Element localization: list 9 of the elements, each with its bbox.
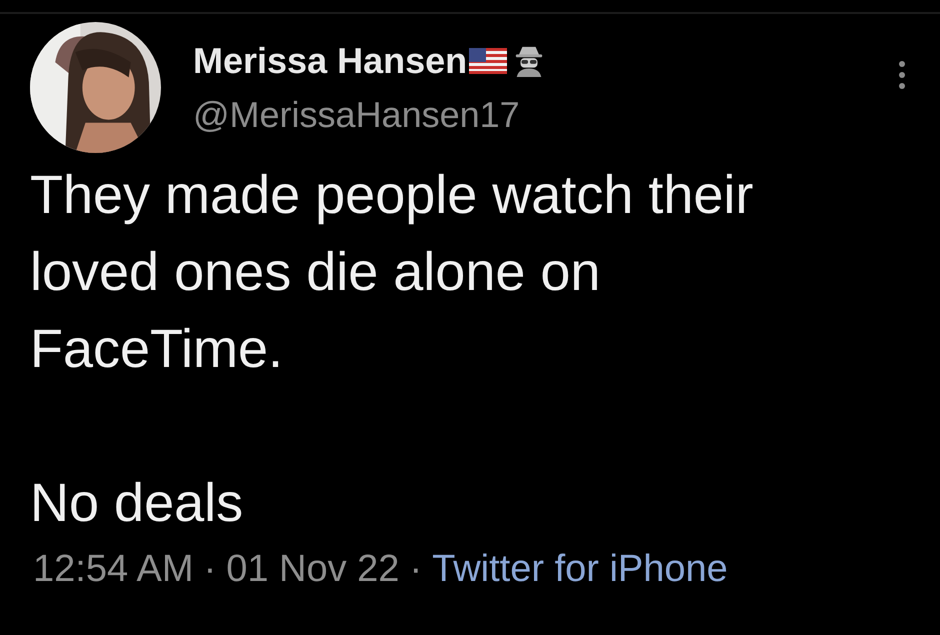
tweet-text: No deals — [30, 472, 244, 535]
author-name: Merissa Hansen — [193, 40, 468, 82]
tweet-time: 12:54 AM — [33, 548, 194, 591]
separator-dot: · — [409, 548, 422, 591]
tweet-text: They made people watch their loved ones die alone on FaceTime. — [30, 164, 754, 381]
tweet-date: 01 Nov 22 — [226, 548, 400, 591]
source-link[interactable]: Twitter for iPhone — [432, 548, 728, 591]
author-handle: @MerissaHansen17 — [193, 94, 521, 136]
separator-dot: · — [204, 548, 216, 591]
